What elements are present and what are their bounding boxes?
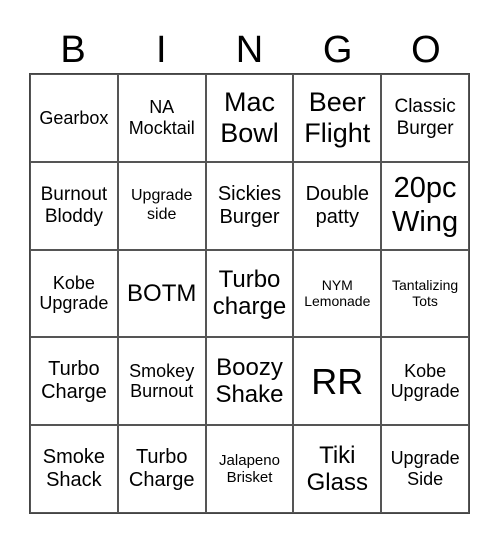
bingo-cell[interactable]: NA Mocktail (117, 74, 206, 162)
bingo-cell[interactable]: NYM Lemonade (293, 249, 382, 338)
bingo-cell[interactable]: Jalapeno Brisket (205, 425, 294, 513)
bingo-cell[interactable]: Gearbox (30, 74, 118, 162)
bingo-cell[interactable]: Double patty (293, 161, 382, 250)
bingo-cell[interactable]: Kobe Upgrade (30, 249, 118, 338)
bingo-grid: Gearbox NA Mocktail Mac Bowl Beer Flight… (29, 73, 470, 514)
bingo-cell[interactable]: Classic Burger (381, 74, 469, 162)
header-letter-o: O (411, 29, 441, 71)
bingo-cell[interactable]: Kobe Upgrade (381, 337, 469, 426)
bingo-cell[interactable]: 20pc Wing (381, 161, 469, 250)
bingo-cell[interactable]: Turbo Charge (117, 425, 206, 513)
bingo-cell[interactable]: BOTM (117, 249, 206, 338)
bingo-cell[interactable]: Beer Flight (293, 74, 382, 162)
bingo-cell[interactable]: Turbo Charge (30, 337, 118, 426)
bingo-cell[interactable]: Upgrade side (117, 161, 206, 250)
bingo-cell[interactable]: Mac Bowl (205, 74, 294, 162)
bingo-cell[interactable]: RR (293, 337, 382, 426)
bingo-cell[interactable]: Burnout Bloddy (30, 161, 118, 250)
bingo-cell[interactable]: Smokey Burnout (117, 337, 206, 426)
header-letter-b: B (60, 29, 86, 71)
header-letter-g: G (322, 29, 353, 71)
bingo-cell[interactable]: Upgrade Side (381, 425, 469, 513)
bingo-header: B I N G O (29, 28, 470, 72)
bingo-cell[interactable]: Tiki Glass (293, 425, 382, 513)
bingo-cell[interactable]: Boozy Shake (205, 337, 294, 426)
header-letter-n: N (235, 29, 264, 71)
header-letter-i: I (156, 29, 167, 71)
bingo-cell[interactable]: Tantalizing Tots (381, 249, 469, 338)
bingo-cell[interactable]: Smoke Shack (30, 425, 118, 513)
bingo-cell[interactable]: Sickies Burger (205, 161, 294, 250)
bingo-cell[interactable]: Turbo charge (205, 249, 294, 338)
